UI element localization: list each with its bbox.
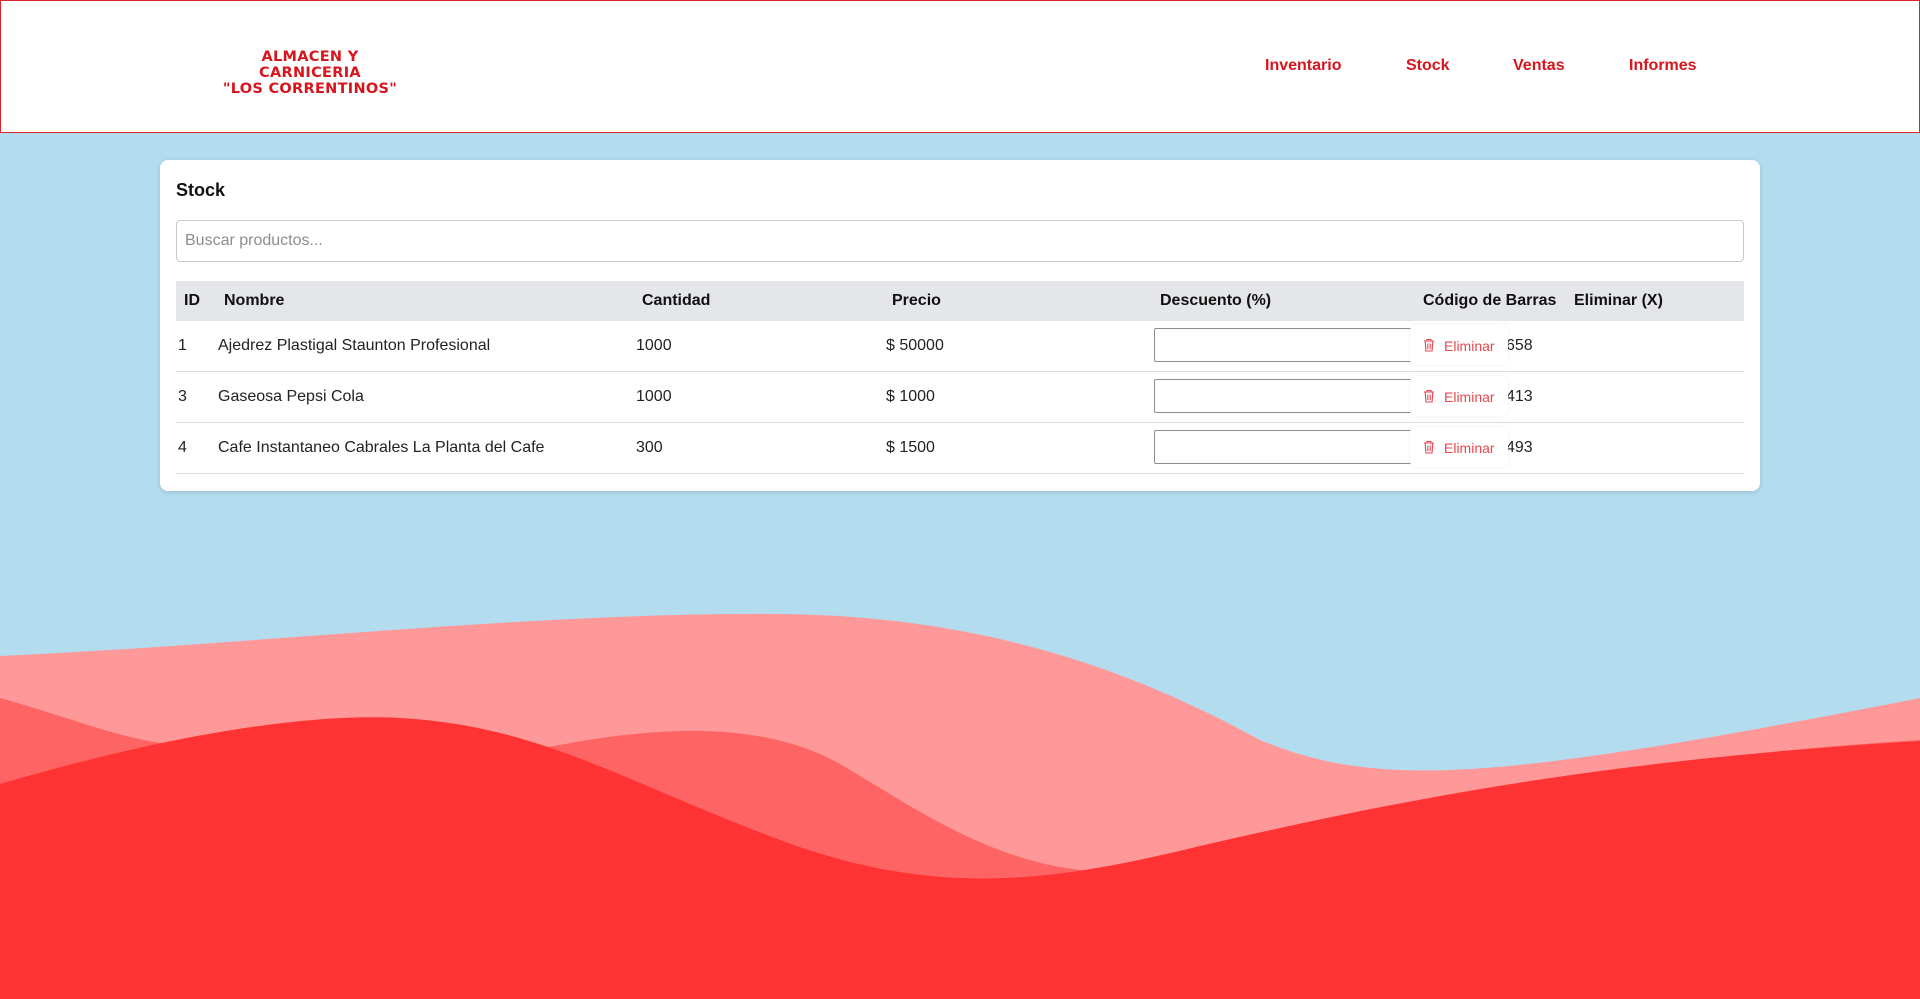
- stock-card: Stock ID Nombre Cantidad Precio Descuent…: [160, 160, 1760, 491]
- trash-icon: [1424, 440, 1434, 454]
- delete-label: Eliminar: [1444, 338, 1495, 354]
- cell-nombre: Gaseosa Pepsi Cola: [218, 388, 364, 405]
- trash-icon: [1424, 338, 1434, 352]
- table-row: 3 Gaseosa Pepsi Cola 1000 $ 1000 7791813…: [176, 372, 1744, 423]
- delete-button[interactable]: Eliminar: [1410, 325, 1508, 365]
- col-id: ID: [184, 292, 200, 309]
- table-header: ID Nombre Cantidad Precio Descuento (%) …: [176, 281, 1744, 321]
- cell-precio: $ 1500: [886, 439, 935, 456]
- nav-stock[interactable]: Stock: [1406, 57, 1450, 75]
- cell-id: 3: [178, 388, 187, 405]
- nav-inventario[interactable]: Inventario: [1265, 57, 1341, 75]
- delete-button[interactable]: Eliminar: [1410, 376, 1508, 416]
- cell-nombre: Cafe Instantaneo Cabrales La Planta del …: [218, 439, 545, 456]
- delete-button[interactable]: Eliminar: [1410, 427, 1508, 467]
- trash-icon: [1424, 389, 1434, 403]
- col-codigo: Código de Barras: [1423, 292, 1557, 309]
- delete-label: Eliminar: [1444, 389, 1495, 405]
- decorative-waves: [0, 613, 1920, 999]
- delete-label: Eliminar: [1444, 440, 1495, 456]
- discount-input[interactable]: [1154, 328, 1416, 362]
- discount-input[interactable]: [1154, 379, 1416, 413]
- search-input[interactable]: [176, 220, 1744, 262]
- cell-id: 4: [178, 439, 187, 456]
- table-row: 4 Cafe Instantaneo Cabrales La Planta de…: [176, 423, 1744, 474]
- col-nombre: Nombre: [224, 292, 285, 309]
- col-cantidad: Cantidad: [642, 292, 711, 309]
- cell-cantidad: 300: [636, 439, 663, 456]
- cell-nombre: Ajedrez Plastigal Staunton Profesional: [218, 337, 491, 354]
- col-precio: Precio: [892, 292, 941, 309]
- cell-precio: $ 1000: [886, 388, 935, 405]
- col-descuento: Descuento (%): [1160, 292, 1272, 309]
- nav-informes[interactable]: Informes: [1629, 57, 1697, 75]
- table-row: 1 Ajedrez Plastigal Staunton Profesional…: [176, 321, 1744, 372]
- discount-input[interactable]: [1154, 430, 1416, 464]
- top-header: ALMACEN Y CARNICERIA "LOS CORRENTINOS" I…: [0, 0, 1920, 133]
- cell-id: 1: [178, 337, 187, 354]
- logo-line-1: ALMACEN Y CARNICERIA: [259, 49, 361, 81]
- col-eliminar: Eliminar (X): [1574, 292, 1663, 309]
- cell-precio: $ 50000: [886, 337, 944, 354]
- cell-cantidad: 1000: [636, 337, 672, 354]
- page-title: Stock: [176, 180, 226, 200]
- cell-cantidad: 1000: [636, 388, 672, 405]
- nav-ventas[interactable]: Ventas: [1513, 57, 1565, 75]
- store-logo[interactable]: ALMACEN Y CARNICERIA "LOS CORRENTINOS": [220, 49, 400, 97]
- logo-line-2: "LOS CORRENTINOS": [222, 81, 398, 97]
